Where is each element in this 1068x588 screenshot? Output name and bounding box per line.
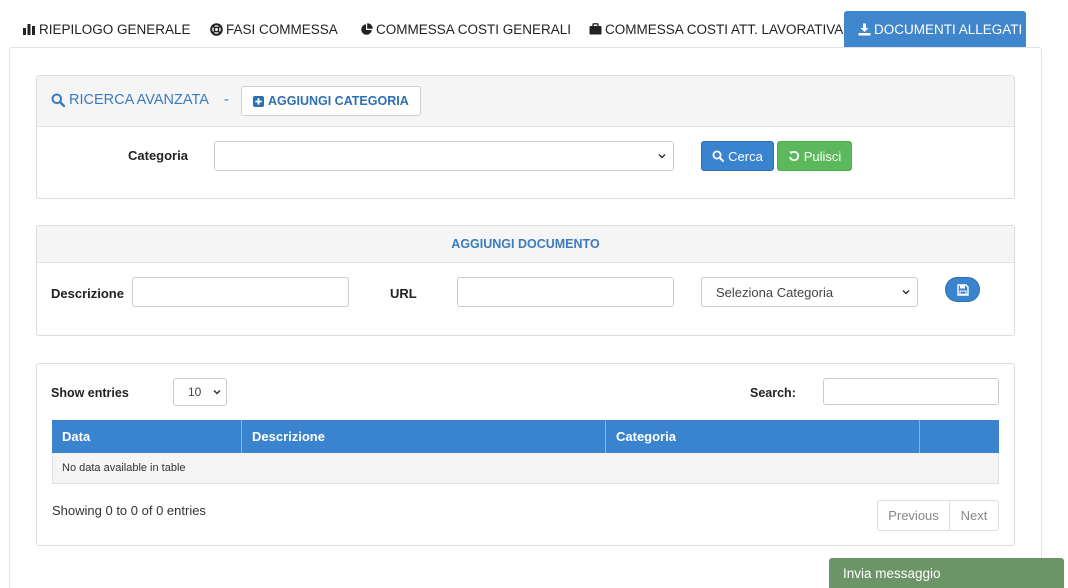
document-category-select[interactable]: Seleziona Categoria [701,277,918,307]
tab-label: COMMESSA COSTI ATT. LAVORATIVA [605,21,844,37]
previous-page-label: Previous [888,508,939,523]
undo-icon [788,150,800,162]
download-icon [858,22,871,36]
column-header-categoria[interactable]: Categoria [606,420,920,453]
advanced-search-header: RICERCA AVANZATA - AGGIUNGI CATEGORIA [37,76,1014,127]
description-label: Descrizione [51,286,124,301]
document-category-select-value: Seleziona Categoria [716,284,834,300]
send-message-label: Invia messaggio [843,565,941,581]
chevron-down-icon [213,389,221,395]
search-icon [712,150,725,162]
advanced-search-panel: RICERCA AVANZATA - AGGIUNGI CATEGORIA Ca… [36,75,1015,199]
chevron-down-icon [658,153,666,159]
separator: - [224,92,229,108]
empty-table-row: No data available in table [52,453,999,484]
tab-label: COMMESSA COSTI GENERALI [376,21,572,37]
plus-square-icon [253,95,264,107]
tab-commessa-costi-generali[interactable]: COMMESSA COSTI GENERALI [359,11,571,47]
next-page-label: Next [960,508,988,523]
category-select[interactable] [214,141,674,171]
tab-fasi-commessa[interactable]: FASI COMMESSA [209,11,338,47]
clear-button[interactable]: Pulisci [777,141,852,171]
add-document-panel: AGGIUNGI DOCUMENTO Descrizione URL Selez… [36,225,1015,336]
description-input[interactable] [132,277,349,307]
table-header: Data Descrizione Categoria [52,420,999,453]
add-document-title: AGGIUNGI DOCUMENTO [451,237,600,251]
clear-button-label: Pulisci [803,148,842,164]
search-button-label: Cerca [728,148,763,164]
tab-documenti-allegati[interactable]: DOCUMENTI ALLEGATI [844,11,1026,47]
table-info: Showing 0 to 0 of 0 entries [52,503,206,518]
tab-label: DOCUMENTI ALLEGATI [874,21,1023,37]
chevron-down-icon [902,289,910,295]
tab-bar: RIEPILOGO GENERALE FASI COMMESSA COMMESS… [0,11,1068,47]
main-panel: RICERCA AVANZATA - AGGIUNGI CATEGORIA Ca… [9,47,1042,588]
tab-commessa-costi-att-lavorativa[interactable]: COMMESSA COSTI ATT. LAVORATIVA [588,11,843,47]
search-icon [51,93,65,107]
category-label: Categoria [128,148,188,163]
search-button[interactable]: Cerca [701,141,774,171]
briefcase-icon [588,22,602,36]
empty-table-message: No data available in table [62,462,186,474]
add-document-header: AGGIUNGI DOCUMENTO [37,226,1014,263]
tab-label: FASI COMMESSA [226,21,338,37]
column-header-label: Categoria [616,429,676,444]
lifebuoy-icon [209,22,223,36]
url-label: URL [390,286,417,301]
column-header-descrizione[interactable]: Descrizione [242,420,606,453]
column-header-label: Descrizione [252,429,325,444]
add-category-label: AGGIUNGI CATEGORIA [268,94,409,108]
pie-chart-icon [359,22,373,36]
documents-table-panel: Show entries 10 Search: Data Descrizione… [36,363,1015,546]
url-input[interactable] [457,277,674,307]
show-entries-label: Show entries [51,386,129,400]
add-category-button[interactable]: AGGIUNGI CATEGORIA [241,86,421,116]
bar-chart-icon [22,22,36,36]
save-document-button[interactable] [945,277,980,302]
column-header-actions [920,420,999,453]
previous-page-button[interactable]: Previous [877,500,950,531]
entries-per-page-value: 10 [188,385,202,399]
tab-label: RIEPILOGO GENERALE [39,21,191,37]
next-page-button[interactable]: Next [949,500,999,531]
advanced-search-toggle[interactable]: RICERCA AVANZATA [51,92,209,108]
advanced-search-title: RICERCA AVANZATA [69,92,209,108]
table-search-label: Search: [750,386,796,400]
tab-riepilogo-generale[interactable]: RIEPILOGO GENERALE [22,11,191,47]
column-header-data[interactable]: Data [52,420,242,453]
send-message-widget[interactable]: Invia messaggio [829,558,1064,588]
column-header-label: Data [62,429,91,444]
entries-per-page-select[interactable]: 10 [173,378,227,406]
table-search-input[interactable] [823,378,999,405]
floppy-disk-icon [956,283,969,296]
